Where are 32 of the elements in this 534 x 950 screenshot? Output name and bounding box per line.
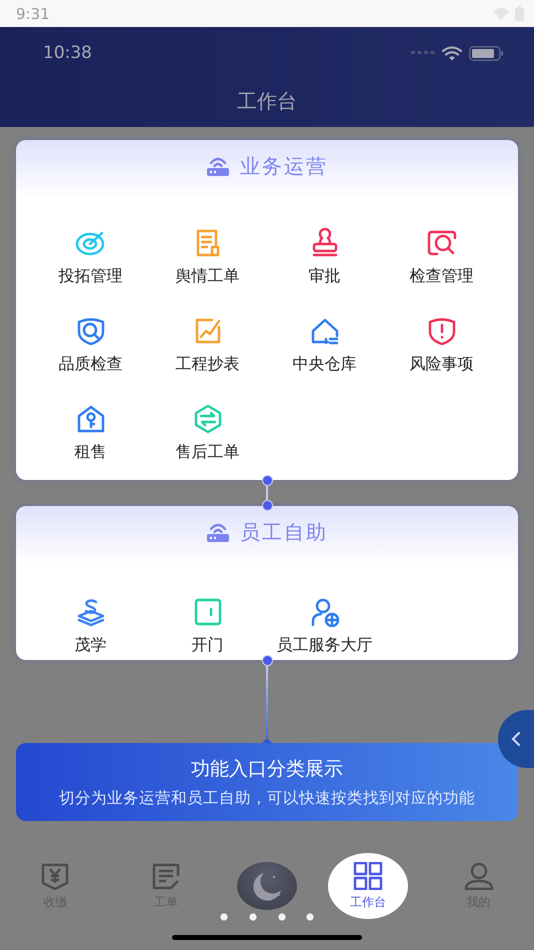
- function-entry[interactable]: 舆情工单: [149, 228, 266, 286]
- section-title: 业务运营: [240, 152, 328, 180]
- function-entry[interactable]: 中央仓库: [266, 316, 383, 374]
- router-icon: [206, 521, 230, 543]
- tooltip-description: 切分为业务运营和员工自助，可以快速按类找到对应的功能: [59, 788, 475, 808]
- function-entry[interactable]: 茂学: [32, 597, 149, 655]
- grid-icon: [352, 862, 383, 890]
- yen-shield-icon: [40, 862, 70, 890]
- status-time: 9:31: [16, 4, 50, 22]
- function-entry[interactable]: 租售: [32, 404, 149, 462]
- function-entry[interactable]: 工程抄表: [149, 316, 266, 374]
- function-entry[interactable]: 审批: [266, 228, 383, 286]
- tooltip-title: 功能入口分类展示: [191, 756, 343, 782]
- section-title: 员工自助: [240, 518, 328, 546]
- function-entry[interactable]: 品质检查: [32, 316, 149, 374]
- function-entry[interactable]: 员工服务大厅: [266, 597, 383, 655]
- function-entry[interactable]: 开门: [149, 597, 266, 655]
- collapse-button[interactable]: [498, 710, 534, 768]
- status-time: 10:38: [43, 43, 92, 63]
- page-title: 工作台: [236, 88, 298, 115]
- document-icon: [151, 862, 182, 890]
- signal-icon: [411, 51, 435, 55]
- function-entry[interactable]: 售后工单: [149, 404, 266, 462]
- battery-icon: [469, 46, 504, 60]
- router-icon: [206, 155, 230, 177]
- function-entry[interactable]: 风险事项: [383, 316, 500, 374]
- function-entry[interactable]: 检查管理: [383, 228, 500, 286]
- chevron-left-icon: [511, 731, 521, 747]
- wifi-icon: [441, 46, 463, 60]
- function-entry[interactable]: 投拓管理: [32, 228, 149, 286]
- user-icon: [464, 862, 494, 890]
- nav-tab[interactable]: 工作台: [328, 853, 408, 919]
